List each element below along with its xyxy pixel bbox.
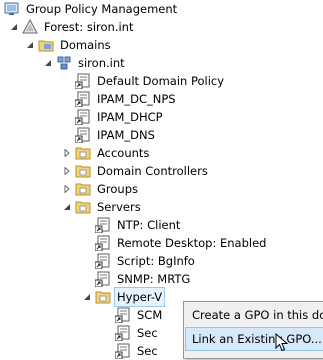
tree-node-gpo-link[interactable]: Default Domain Policy [75,72,226,90]
tree-label-ipam-dhcp: IPAM_DHCP [97,110,163,124]
tree-node-gpo-link[interactable]: Sec [115,324,160,342]
tree-label-rdp: Remote Desktop: Enabled [117,236,267,250]
tree-label-hyperv-child: Sec [137,344,158,358]
tree-label-ntp: NTP: Client [117,218,181,232]
tree-label-root: Group Policy Management [26,2,178,16]
tree-node-gpo-link[interactable]: Sec [115,342,160,360]
tree-node-domains[interactable]: Domains [25,36,113,54]
expand-arrow-icon[interactable] [62,144,72,162]
tree-label-ipam-dc-nps: IPAM_DC_NPS [97,92,176,106]
gpo-link-icon [75,127,91,143]
domain-icon [56,55,72,71]
gpo-link-icon [75,91,91,107]
collapse-arrow-icon[interactable] [25,36,35,54]
tree-node-ou[interactable]: Accounts [62,144,151,162]
ou-folder-icon [75,181,91,197]
gpo-link-icon [95,217,111,233]
ou-folder-icon [95,289,111,305]
tree-label-domain: siron.int [78,56,125,70]
tree-label-default-policy: Default Domain Policy [97,74,225,88]
tree-label-hyperv: Hyper-V [113,287,166,307]
ou-folder-icon [75,163,91,179]
tree-node-root[interactable]: Group Policy Management [4,0,179,18]
gpo-link-icon [115,325,131,341]
tree-node-gpo-link[interactable]: SNMP: MRTG [95,270,192,288]
tree-node-gpo-link[interactable]: IPAM_DNS [75,126,157,144]
menu-item-link-existing-gpo[interactable]: Link an Existing GPO... [185,327,323,351]
gpo-link-icon [75,73,91,89]
tree-label-snmp: SNMP: MRTG [117,272,191,286]
collapse-arrow-icon[interactable] [9,18,19,36]
tree-label-domain-controllers: Domain Controllers [97,164,208,178]
tree-label-groups: Groups [97,182,139,196]
tree-label-accounts: Accounts [97,146,150,160]
gpo-link-icon [95,253,111,269]
tree-node-ou-hyperv[interactable]: Hyper-V [82,287,166,307]
tree-node-gpo-link[interactable]: IPAM_DC_NPS [75,90,178,108]
expand-arrow-icon[interactable] [62,180,72,198]
tree-label-domains: Domains [60,38,111,52]
tree-node-gpo-link[interactable]: NTP: Client [95,216,182,234]
tree-node-ou[interactable]: Groups [62,180,140,198]
gpo-link-icon [95,235,111,251]
tree-node-ou[interactable]: Domain Controllers [62,162,210,180]
forest-icon [22,19,38,35]
tree-node-gpo-link[interactable]: SCM [115,306,164,324]
tree-label-hyperv-child: SCM [137,308,163,322]
collapse-arrow-icon[interactable] [82,288,92,306]
collapse-arrow-icon[interactable] [43,54,53,72]
tree-label-servers: Servers [97,200,141,214]
tree-node-ou[interactable]: Servers [62,198,143,216]
gpmc-tree: Group Policy Management Forest: siron.in… [0,0,323,359]
gpo-link-icon [95,271,111,287]
expand-arrow-icon[interactable] [62,162,72,180]
tree-node-gpo-link[interactable]: Remote Desktop: Enabled [95,234,268,252]
tree-node-gpo-link[interactable]: Script: BgInfo [95,252,197,270]
gpo-link-icon [75,109,91,125]
tree-label-hyperv-child: Sec [137,326,158,340]
tree-label-script: Script: BgInfo [117,254,195,268]
tree-node-domain[interactable]: siron.int [43,54,127,72]
tree-label-forest: Forest: siron.int [44,20,134,34]
ou-folder-icon [75,199,91,215]
domains-folder-icon [38,37,54,53]
tree-node-forest[interactable]: Forest: siron.int [9,18,135,36]
ou-folder-icon [75,145,91,161]
collapse-arrow-icon[interactable] [62,198,72,216]
gpo-link-icon [115,307,131,323]
context-menu: Create a GPO in this dom Link an Existin… [183,301,323,359]
gpo-link-icon [115,343,131,359]
gpmc-console-icon [4,1,20,17]
tree-node-gpo-link[interactable]: IPAM_DHCP [75,108,165,126]
tree-label-ipam-dns: IPAM_DNS [97,128,155,142]
menu-item-create-gpo[interactable]: Create a GPO in this dom [186,304,323,326]
